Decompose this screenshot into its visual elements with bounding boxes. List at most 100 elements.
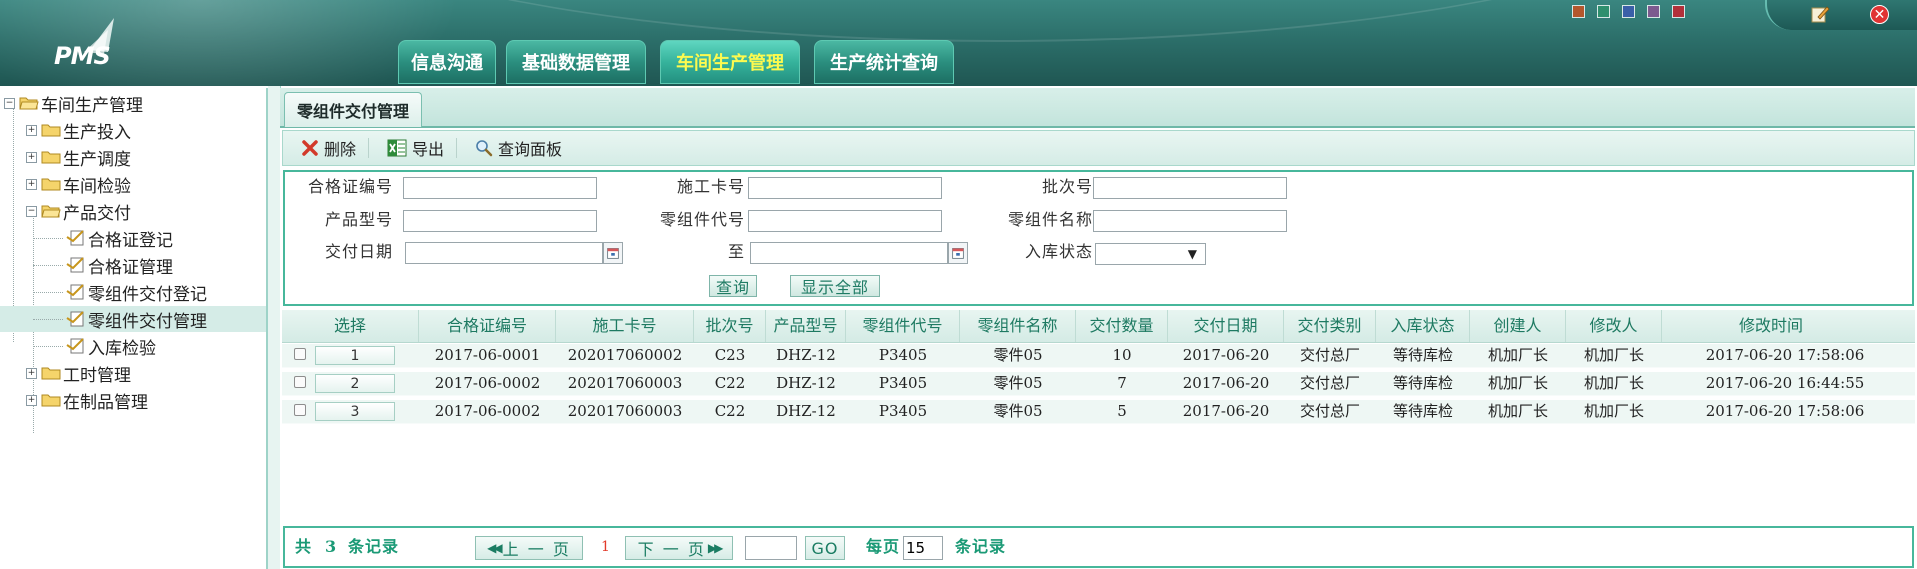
total-prefix: 共 (295, 537, 313, 556)
tree-label: 入库检验 (88, 338, 156, 359)
table-row[interactable]: 3 2017-06-0002 202017060003 C22 DHZ-12 P… (282, 400, 1915, 424)
nav-tab-info[interactable]: 信息沟通 (398, 40, 496, 84)
per-page-input[interactable] (903, 536, 943, 560)
header-arc (250, 0, 1750, 42)
cell-part-code: P3405 (878, 374, 928, 392)
col-header-model[interactable]: 产品型号 (766, 310, 846, 342)
table-row[interactable]: 2 2017-06-0002 202017060003 C22 DHZ-12 P… (282, 372, 1915, 396)
cell-qty: 7 (1117, 374, 1127, 392)
query-panel-button[interactable]: 查询面板 (475, 136, 562, 160)
tab-part-delivery-manage[interactable]: 零组件交付管理 (284, 92, 423, 127)
tree-item-work-hours[interactable]: + 工时管理 (26, 360, 131, 386)
tree-item-storage-inspection[interactable]: 入库检验 (66, 333, 156, 359)
per-page-suffix: 条记录 (955, 537, 1007, 556)
next-page-button[interactable]: 下 一 页 ▶▶ (625, 536, 733, 560)
batch-no-input[interactable] (1093, 177, 1287, 199)
cert-no-input[interactable] (403, 177, 597, 199)
toolbar: 删除 导出 查询面板 (282, 130, 1915, 166)
cell-modifier: 机加厂长 (1583, 346, 1644, 364)
export-button[interactable]: 导出 (387, 136, 444, 160)
batch-no-label: 批次号 (1041, 177, 1093, 196)
form-page-icon (66, 338, 84, 354)
prev-page-button[interactable]: ◀◀ 上 一 页 (475, 536, 583, 560)
col-header-work-card[interactable]: 施工卡号 (556, 310, 694, 342)
col-header-cert-no[interactable]: 合格证编号 (419, 310, 556, 342)
col-header-part-name[interactable]: 零组件名称 (960, 310, 1076, 342)
row-number-button[interactable]: 2 (315, 374, 395, 393)
cert-no-label: 合格证编号 (307, 177, 393, 196)
delete-label: 删除 (324, 140, 357, 159)
part-code-input[interactable] (748, 210, 942, 232)
col-header-qty[interactable]: 交付数量 (1076, 310, 1168, 342)
query-panel: 合格证编号 施工卡号 批次号 产品型号 零组件代号 零组件名称 交付日期 至 入… (283, 170, 1914, 306)
query-panel-label: 查询面板 (498, 140, 563, 159)
tree-item-cert-manage[interactable]: 合格证管理 (66, 252, 173, 278)
nav-tab-base-data[interactable]: 基础数据管理 (506, 40, 646, 84)
tree-item-delivery[interactable]: − 产品交付 (26, 198, 131, 224)
tree-root-workshop[interactable]: − 车间生产管理 (4, 90, 143, 116)
tree-item-wip[interactable]: + 在制品管理 (26, 387, 148, 413)
delete-button[interactable]: 删除 (301, 136, 356, 160)
cell-model: DHZ-12 (776, 346, 836, 364)
tree-item-dispatch[interactable]: + 生产调度 (26, 144, 131, 170)
cell-status: 等待库检 (1392, 346, 1453, 364)
row-checkbox[interactable] (294, 348, 306, 360)
theme-swatch-orange[interactable] (1572, 5, 1585, 18)
toolbar-separator (456, 138, 458, 158)
storage-status-label: 入库状态 (1024, 242, 1093, 261)
tree-item-inspection[interactable]: + 车间检验 (26, 171, 131, 197)
theme-swatch-blue[interactable] (1622, 5, 1635, 18)
nav-tab-workshop[interactable]: 车间生产管理 (660, 40, 800, 84)
expand-icon[interactable]: + (26, 124, 37, 136)
row-number-button[interactable]: 3 (315, 402, 395, 421)
cell-cert-no: 2017-06-0001 (434, 346, 541, 364)
work-card-input[interactable] (748, 177, 942, 199)
expand-icon[interactable]: + (26, 151, 37, 163)
product-model-input[interactable] (403, 210, 597, 232)
goto-page-input[interactable] (745, 536, 797, 560)
col-header-status[interactable]: 入库状态 (1376, 310, 1470, 342)
row-checkbox[interactable] (294, 376, 306, 388)
collapse-icon[interactable]: − (4, 97, 15, 109)
close-icon[interactable]: ✕ (1870, 5, 1889, 24)
expand-icon[interactable]: + (26, 178, 37, 190)
search-button[interactable]: 查询 (709, 275, 757, 297)
col-header-part-code[interactable]: 零组件代号 (846, 310, 960, 342)
col-header-batch[interactable]: 批次号 (694, 310, 766, 342)
tree-item-cert-register[interactable]: 合格证登记 (66, 225, 173, 251)
col-header-type[interactable]: 交付类别 (1284, 310, 1376, 342)
col-header-mtime[interactable]: 修改时间 (1662, 310, 1880, 342)
part-name-label: 零组件名称 (1007, 210, 1093, 229)
storage-status-select[interactable]: ▼ (1095, 243, 1206, 265)
double-chevron-left-icon: ◀◀ (487, 541, 503, 555)
show-all-button[interactable]: 显示全部 (790, 275, 880, 297)
theme-swatch-green[interactable] (1597, 5, 1610, 18)
row-number-button[interactable]: 1 (315, 346, 395, 365)
row-checkbox[interactable] (294, 404, 306, 416)
collapse-icon[interactable]: − (26, 205, 37, 217)
nav-tab-statistics[interactable]: 生产统计查询 (814, 40, 954, 84)
tree-item-part-delivery-register[interactable]: 零组件交付登记 (66, 279, 207, 305)
expand-icon[interactable]: + (26, 394, 37, 406)
col-header-creator[interactable]: 创建人 (1470, 310, 1566, 342)
col-header-modifier[interactable]: 修改人 (1566, 310, 1662, 342)
date-to-input[interactable] (750, 242, 948, 264)
cell-cert-no: 2017-06-0002 (434, 402, 541, 420)
work-card-label: 施工卡号 (676, 177, 745, 196)
product-model-label: 产品型号 (324, 210, 393, 229)
go-button[interactable]: GO (805, 536, 845, 560)
theme-swatch-red[interactable] (1672, 5, 1685, 18)
cell-date: 2017-06-20 (1182, 346, 1270, 364)
calendar-icon[interactable] (603, 242, 623, 264)
tree-item-production-input[interactable]: + 生产投入 (26, 117, 131, 143)
edit-icon[interactable] (1810, 4, 1830, 24)
col-header-date[interactable]: 交付日期 (1168, 310, 1284, 342)
tree-label: 生产投入 (63, 122, 131, 143)
folder-icon (41, 151, 61, 164)
date-from-input[interactable] (405, 242, 603, 264)
expand-icon[interactable]: + (26, 367, 37, 379)
table-row[interactable]: 1 2017-06-0001 202017060002 C23 DHZ-12 P… (282, 344, 1915, 368)
part-name-input[interactable] (1093, 210, 1287, 232)
theme-swatch-purple[interactable] (1647, 5, 1660, 18)
col-header-select[interactable]: 选择 (282, 310, 419, 342)
